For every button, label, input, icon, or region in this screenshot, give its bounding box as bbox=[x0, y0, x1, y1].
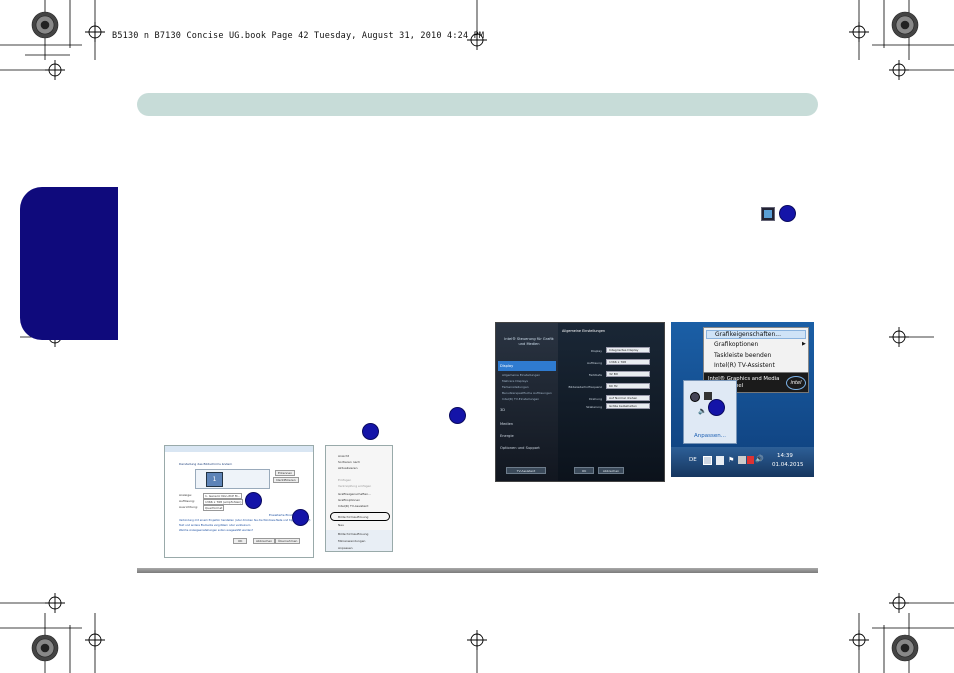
callout-3 bbox=[362, 423, 379, 440]
panel-title: Intel® Steuerung für Grafik und Medien bbox=[504, 337, 554, 346]
intel-logo: intel bbox=[786, 376, 806, 390]
customize-link[interactable]: Anpassen... bbox=[694, 433, 726, 439]
nav-display[interactable]: Display bbox=[498, 361, 556, 371]
row-label: Drehung bbox=[589, 397, 602, 401]
panel-sidebar: Intel® Steuerung für Grafik und Medien D… bbox=[496, 323, 558, 481]
menu-graphics-options[interactable]: Grafikoptionen bbox=[714, 341, 758, 348]
sub-item[interactable]: Mehrere Displays bbox=[502, 379, 528, 383]
tray-menu-screenshot: Grafikeigenschaften... Grafikoptionen ▶ … bbox=[671, 322, 814, 477]
screen-resolution-screenshot: Darstellung des Bildschirms ändern 1 Erk… bbox=[164, 445, 314, 558]
detect-button[interactable]: Erkennen bbox=[275, 470, 296, 476]
desktop-context-menu-screenshot: Ansicht Sortieren nach Aktualisieren Ein… bbox=[325, 445, 393, 552]
footer-rule bbox=[137, 568, 818, 573]
cancel-button[interactable]: Abbrechen bbox=[253, 538, 276, 544]
monitor-1-icon[interactable]: 1 bbox=[206, 472, 223, 487]
ctx-item[interactable]: Aktualisieren bbox=[338, 466, 358, 470]
warning-icon[interactable] bbox=[747, 456, 754, 464]
ctx-item[interactable]: Grafikoptionen bbox=[338, 498, 360, 502]
monitor-preview: 1 bbox=[195, 469, 270, 489]
row-label: Auflösung bbox=[587, 361, 602, 365]
footer-item[interactable]: Minianwendungen bbox=[338, 539, 365, 543]
ctx-item[interactable]: Verknüpfung einfügen bbox=[338, 484, 371, 488]
ctx-item[interactable]: Intel(R) TV-Assistent bbox=[338, 504, 368, 508]
tray-context-menu: Grafikeigenschaften... Grafikoptionen ▶ … bbox=[703, 327, 809, 375]
app-tray-icon[interactable] bbox=[704, 392, 712, 400]
cancel-button[interactable]: Abbrechen bbox=[598, 467, 624, 474]
nav-power[interactable]: Energie bbox=[498, 431, 556, 441]
ctx-item-screen-resolution[interactable]: Bildschirmauflösung bbox=[338, 515, 368, 519]
resolution-select[interactable]: 1366 x 768 bbox=[606, 359, 650, 365]
sub-item[interactable]: Intel(R) TV-Einstellungen bbox=[502, 397, 539, 401]
intel-control-panel-screenshot: Intel® Steuerung für Grafik und Medien D… bbox=[495, 322, 665, 482]
ctx-item[interactable]: Grafikeigenschaften... bbox=[338, 492, 371, 496]
intel-tray-icon bbox=[761, 207, 775, 221]
intel-graphics-icon[interactable] bbox=[690, 392, 700, 402]
section-header: Allgemeine Einstellungen bbox=[562, 329, 606, 333]
row-label: Farbtiefe bbox=[588, 373, 602, 377]
network-icon[interactable] bbox=[716, 456, 724, 465]
orientation-select[interactable]: Querformat bbox=[203, 505, 225, 511]
ctx-footer: Bildschirmauflösung Minianwendungen Anpa… bbox=[326, 530, 392, 551]
nav-media[interactable]: Medien bbox=[498, 419, 556, 429]
tv-assistant-button[interactable]: TV-Assistent bbox=[506, 467, 546, 474]
callout-4 bbox=[708, 399, 725, 416]
side-chapter-tab bbox=[20, 187, 118, 340]
panel-main: Allgemeine Einstellungen Display Integri… bbox=[558, 323, 664, 481]
row-label: Skalierung bbox=[586, 405, 602, 409]
clock-time[interactable]: 14:39 bbox=[777, 453, 793, 459]
menu-exit-tray[interactable]: Taskleiste beenden bbox=[714, 352, 771, 359]
header-band bbox=[137, 93, 818, 116]
apply-button[interactable]: Übernehmen bbox=[275, 538, 301, 544]
ctx-item[interactable]: Einfügen bbox=[338, 478, 351, 482]
row-label: Bildwiederholfrequenz bbox=[568, 385, 602, 389]
volume-icon[interactable]: 🔊 bbox=[755, 455, 764, 463]
callout-5 bbox=[245, 492, 262, 509]
footer-item[interactable]: Anpassen bbox=[338, 546, 353, 550]
window-titlebar bbox=[165, 446, 313, 452]
rotation-select[interactable]: Auf Normal drehen bbox=[606, 395, 650, 401]
power-icon[interactable] bbox=[738, 456, 746, 464]
field-label: Auflösung: bbox=[179, 499, 195, 503]
ctx-item[interactable]: Sortieren nach bbox=[338, 460, 360, 464]
menu-tv-assistant[interactable]: Intel(R) TV-Assistent bbox=[714, 362, 775, 369]
nav-options[interactable]: Optionen und Support bbox=[498, 443, 556, 453]
ctx-item[interactable]: Ansicht bbox=[338, 454, 349, 458]
ok-button[interactable]: OK bbox=[574, 467, 594, 474]
flag-icon[interactable]: ⚑ bbox=[728, 456, 734, 464]
projector-link[interactable]: Verbindung mit einem Projektor herstelle… bbox=[179, 519, 310, 522]
clock-date[interactable]: 01.04.2015 bbox=[772, 462, 804, 468]
refresh-rate-select[interactable]: 60 Hz bbox=[606, 383, 650, 389]
show-hidden-icons-button[interactable] bbox=[703, 456, 712, 465]
scaling-select[interactable]: Größe beibehalten bbox=[606, 403, 650, 409]
language-indicator[interactable]: DE bbox=[689, 457, 697, 463]
ok-button[interactable]: OK bbox=[233, 538, 248, 544]
text-size-link[interactable]: Text und andere Elemente vergrößern oder… bbox=[179, 524, 250, 527]
submenu-arrow-icon: ▶ bbox=[802, 341, 806, 347]
sub-item[interactable]: Benutzerspezifische Auflösungen bbox=[502, 391, 552, 395]
ctx-item[interactable]: Neu bbox=[338, 523, 344, 527]
page-header-file-info: B5130 n B7130 Concise UG.book Page 42 Tu… bbox=[112, 31, 485, 41]
sub-item[interactable]: Allgemeine Einstellungen bbox=[502, 373, 540, 377]
speaker-icon[interactable]: 🔈 bbox=[698, 407, 707, 415]
callout-2 bbox=[449, 407, 466, 424]
field-label: Anzeige: bbox=[179, 493, 192, 497]
row-label: Display bbox=[590, 349, 602, 353]
which-settings-link[interactable]: Welche Anzeigeeinstellungen sollen ausge… bbox=[179, 529, 253, 532]
menu-graphics-properties[interactable]: Grafikeigenschaften... bbox=[706, 330, 806, 339]
color-depth-select[interactable]: 32 Bit bbox=[606, 371, 650, 377]
taskbar: DE ⚑ 🔊 14:39 01.04.2015 bbox=[671, 447, 814, 477]
callout-1 bbox=[779, 205, 796, 222]
dialog-heading: Darstellung des Bildschirms ändern bbox=[179, 462, 233, 466]
display-select[interactable]: Integriertes Display bbox=[606, 347, 650, 353]
field-label: Ausrichtung: bbox=[179, 505, 199, 509]
nav-3d[interactable]: 3D bbox=[498, 405, 556, 415]
sub-item[interactable]: Farbeinstellungen bbox=[502, 385, 529, 389]
callout-6 bbox=[292, 509, 309, 526]
identify-button[interactable]: Identifizieren bbox=[273, 477, 299, 483]
footer-item[interactable]: Bildschirmauflösung bbox=[338, 532, 368, 536]
